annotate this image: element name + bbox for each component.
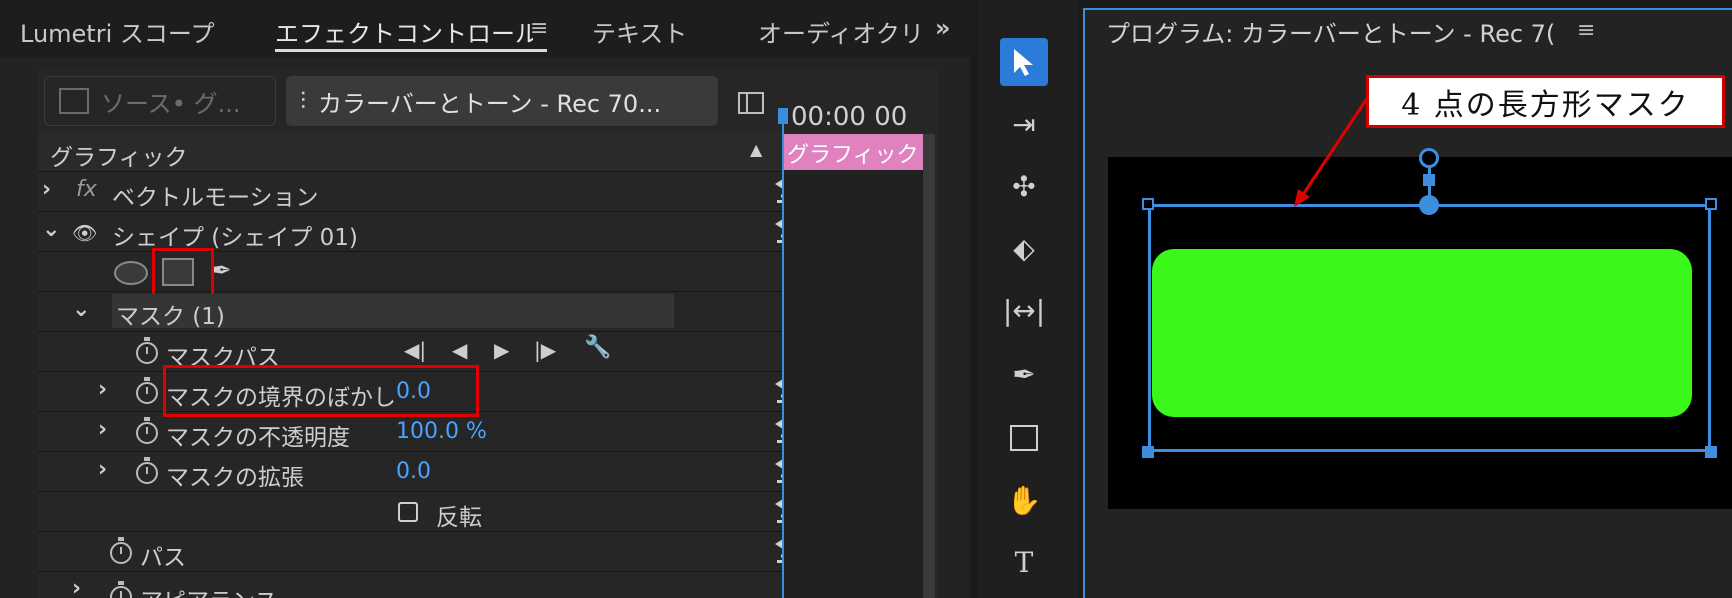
effect-label: シェイプ (シェイプ 01) <box>112 225 358 251</box>
top-left-handle[interactable] <box>1142 198 1154 210</box>
timecode: 00:00 00 <box>791 102 908 132</box>
stopwatch-icon[interactable] <box>136 457 158 484</box>
chevron-down-icon[interactable]: ⌄ <box>42 217 60 242</box>
slip-tool-icon[interactable]: |↔| <box>1000 286 1048 334</box>
ripple-edit-tool-icon[interactable]: ✣ <box>1000 162 1048 210</box>
wrench-icon[interactable]: 🔧 <box>584 335 611 360</box>
stopwatch-icon[interactable] <box>136 377 158 404</box>
chevron-right-icon[interactable]: › <box>98 417 107 442</box>
annotation-callout: 4 点の長方形マスク <box>1366 75 1725 128</box>
rotation-handle[interactable] <box>1419 148 1439 168</box>
top-center-handle[interactable] <box>1423 174 1435 186</box>
track-backward-icon[interactable]: ◀ <box>452 338 467 362</box>
bottom-right-handle[interactable] <box>1705 446 1717 458</box>
type-tool-icon[interactable]: T <box>1000 538 1048 586</box>
source-selector-label: ソース• グ... <box>101 89 241 118</box>
chevron-right-icon[interactable]: › <box>72 576 81 598</box>
track-select-tool-icon[interactable]: ⇥ <box>1000 100 1048 148</box>
playhead[interactable] <box>782 108 784 598</box>
chevron-right-icon[interactable]: › <box>98 377 107 402</box>
stopwatch-icon[interactable] <box>110 581 132 598</box>
rectangle-tool-icon[interactable] <box>1000 414 1048 462</box>
timeline-ruler[interactable]: 00:00 00 <box>783 100 923 132</box>
sequence-selector-label: カラーバーとトーン - Rec 70... <box>318 89 662 118</box>
anchor-point[interactable] <box>1419 195 1439 215</box>
ellipse-mask-icon[interactable] <box>114 261 148 285</box>
tab-effect-controls[interactable]: エフェクトコントロール <box>275 14 533 49</box>
collapse-up-icon[interactable]: ▲ <box>750 140 762 159</box>
overflow-tabs-icon[interactable]: » <box>935 14 951 42</box>
timeline-clip[interactable]: グラフィック <box>783 134 923 170</box>
property-label: マスクの不透明度 <box>166 425 350 451</box>
section-title: グラフィック <box>50 145 188 171</box>
chevron-right-icon[interactable]: › <box>42 177 51 202</box>
toggle-timeline-view-icon[interactable] <box>738 92 764 114</box>
chevron-right-icon[interactable]: › <box>98 457 107 482</box>
mask-name: マスク (1) <box>116 304 225 330</box>
property-label: マスクの拡張 <box>166 465 304 491</box>
property-label: パス <box>140 545 186 571</box>
fx-icon[interactable]: fx <box>76 177 97 202</box>
property-label: アピアランス <box>140 582 278 598</box>
pen-tool-icon[interactable]: ✒ <box>1000 350 1048 398</box>
invert-checkbox[interactable] <box>398 502 418 522</box>
sequence-selector[interactable]: ⫶ カラーバーとトーン - Rec 70... <box>286 76 718 126</box>
mask-name-field[interactable]: マスク (1) <box>112 294 674 330</box>
program-title: プログラム: カラーバーとトーン - Rec 7( <box>1106 20 1556 48</box>
selection-tool-icon[interactable] <box>1000 38 1048 86</box>
bottom-left-handle[interactable] <box>1142 446 1154 458</box>
timeline-scrollbar[interactable] <box>923 134 935 598</box>
mask-opacity-value[interactable]: 100.0 % <box>396 419 487 444</box>
eye-icon[interactable]: 👁 <box>72 221 97 245</box>
source-clip-icon <box>59 88 89 114</box>
panel-menu-icon[interactable]: ≡ <box>1577 18 1595 43</box>
mask-bounding-box[interactable] <box>1148 204 1711 452</box>
panel-menu-icon[interactable]: ≡ <box>530 16 548 41</box>
effect-label: ベクトルモーション <box>112 185 319 211</box>
source-selector[interactable]: ソース• グ... <box>44 76 276 126</box>
razor-tool-icon[interactable]: ⬖ <box>1000 224 1048 272</box>
sequence-icon: ⫶ <box>300 87 306 115</box>
stopwatch-icon[interactable] <box>136 417 158 444</box>
highlight-mask-feather <box>163 365 479 417</box>
hand-tool-icon[interactable]: ✋ <box>1000 476 1048 524</box>
tab-lumetri-scopes[interactable]: Lumetri スコープ <box>20 14 214 49</box>
timeline-track-area[interactable] <box>783 170 923 598</box>
playhead-handle[interactable] <box>778 108 788 124</box>
tab-text[interactable]: テキスト <box>592 14 687 49</box>
top-right-handle[interactable] <box>1705 198 1717 210</box>
mask-expansion-value[interactable]: 0.0 <box>396 459 431 484</box>
track-forward-one-icon[interactable]: |▶ <box>534 338 556 362</box>
invert-label: 反転 <box>436 505 482 531</box>
chevron-down-icon[interactable]: ⌄ <box>72 297 90 322</box>
tab-audio-clip-mixer[interactable]: オーディオクリ <box>758 14 920 49</box>
stopwatch-icon[interactable] <box>136 337 158 364</box>
clip-label: グラフィック <box>787 143 919 168</box>
active-tab-indicator <box>275 49 547 52</box>
track-forward-icon[interactable]: ▶ <box>494 338 509 362</box>
stopwatch-icon[interactable] <box>110 537 132 564</box>
track-backward-one-icon[interactable]: ◀| <box>404 338 426 362</box>
